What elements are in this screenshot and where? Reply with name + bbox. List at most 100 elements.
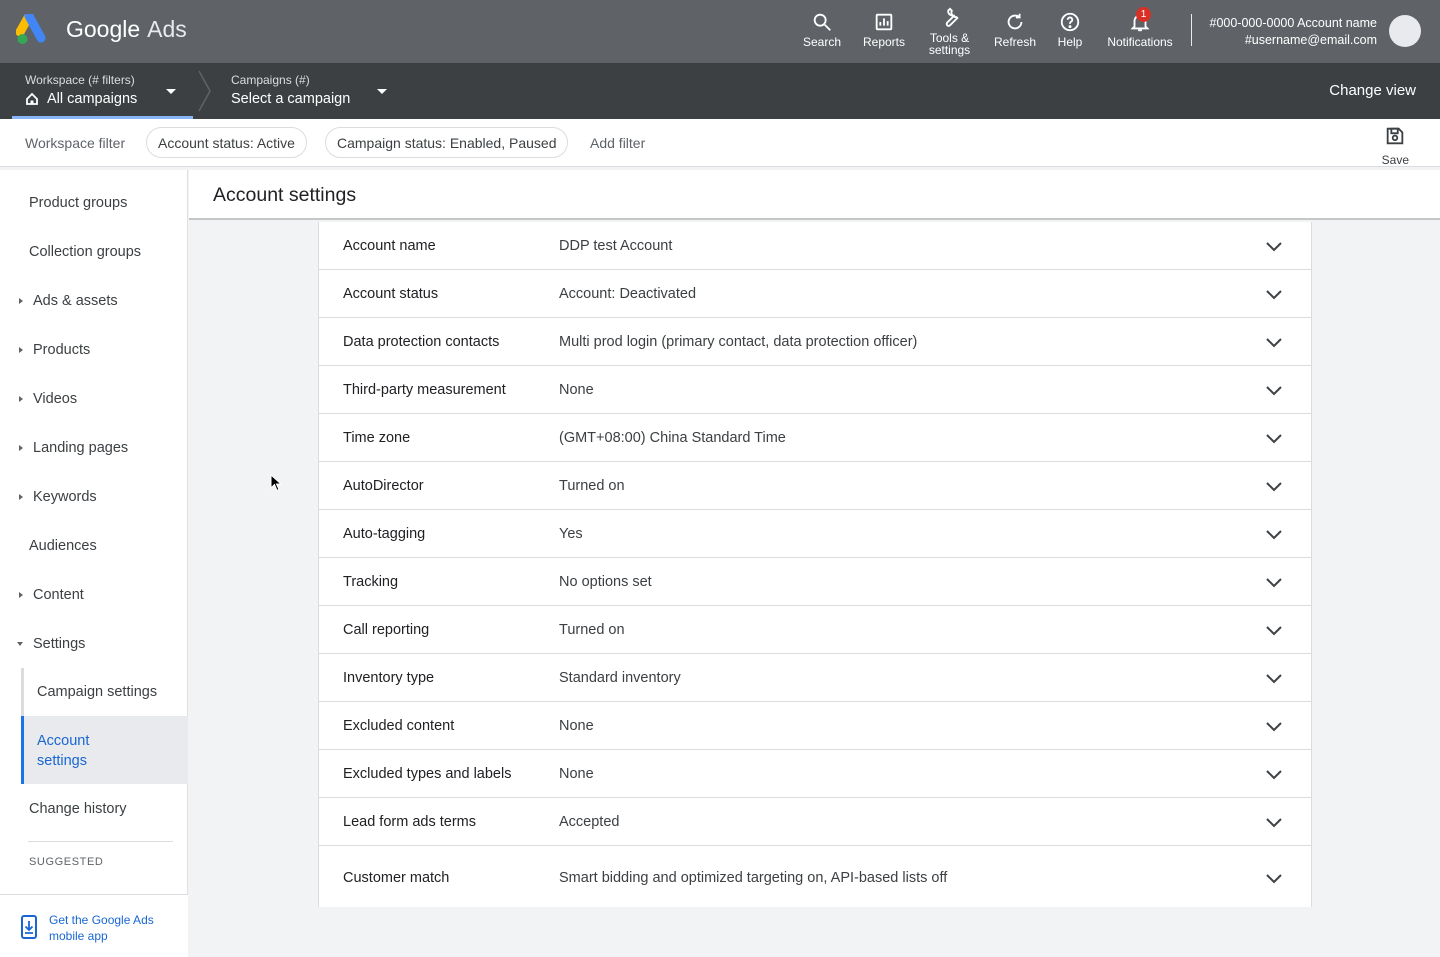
sidebar-item-label: Campaign settings: [37, 684, 158, 700]
add-filter-button[interactable]: Add filter: [590, 135, 645, 151]
setting-row-customer-match[interactable]: Customer match Smart bidding and optimize…: [319, 846, 1311, 910]
campaign-dropdown-icon[interactable]: [377, 89, 387, 94]
mobile-app-promo-link[interactable]: Get the Google Ads mobile app: [0, 894, 188, 957]
setting-label: Customer match: [343, 870, 450, 886]
setting-value: Turned on: [559, 622, 625, 638]
expand-arrow-icon: [19, 445, 23, 451]
sidebar-item-videos[interactable]: Videos: [0, 391, 188, 407]
chevron-down-icon[interactable]: [1265, 478, 1283, 496]
help-button[interactable]: Help: [1046, 0, 1094, 63]
sidebar-item-account-settings[interactable]: Account settings: [21, 716, 188, 784]
setting-row-account-status[interactable]: Account status Account: Deactivated: [319, 270, 1311, 318]
notifications-button[interactable]: 1 Notifications: [1094, 0, 1186, 63]
home-icon: [26, 92, 38, 105]
reports-icon: [875, 13, 893, 31]
setting-row-auto-tagging[interactable]: Auto-tagging Yes: [319, 510, 1311, 558]
reports-button[interactable]: Reports: [853, 0, 915, 63]
setting-value: None: [559, 766, 594, 782]
chevron-down-icon[interactable]: [1265, 382, 1283, 400]
sidebar-item-audiences[interactable]: Audiences: [0, 538, 188, 554]
chevron-down-icon[interactable]: [1265, 334, 1283, 352]
mobile-app-promo-text: Get the Google Ads mobile app: [49, 913, 154, 943]
chevron-down-icon[interactable]: [1265, 238, 1283, 256]
account-email: #username@email.com: [1244, 32, 1377, 47]
expand-arrow-icon: [19, 494, 23, 500]
chevron-down-icon[interactable]: [1265, 574, 1283, 592]
setting-row-data-protection-contacts[interactable]: Data protection contacts Multi prod login…: [319, 318, 1311, 366]
search-label: Search: [802, 35, 842, 49]
sidebar-item-campaign-settings[interactable]: Campaign settings: [24, 684, 188, 700]
setting-row-autodirector[interactable]: AutoDirector Turned on: [319, 462, 1311, 510]
setting-label: Lead form ads terms: [343, 814, 476, 830]
tools-settings-button[interactable]: Tools & settings: [915, 0, 984, 63]
brand-name[interactable]: Google Ads: [66, 16, 187, 43]
avatar[interactable]: [1389, 15, 1421, 47]
sidebar-item-change-history[interactable]: Change history: [0, 801, 188, 817]
toolbar: Search Reports Tools & settings Refresh …: [791, 0, 1186, 63]
filter-chip-account-status[interactable]: Account status: Active: [146, 127, 307, 158]
help-icon: [1060, 12, 1080, 32]
chevron-down-icon[interactable]: [1265, 430, 1283, 448]
toolbar-divider: [1191, 14, 1192, 46]
chevron-down-icon[interactable]: [1265, 870, 1283, 888]
sidebar-divider: [28, 841, 173, 842]
tools-settings-label: Tools & settings: [928, 31, 971, 57]
setting-value: Smart bidding and optimized targeting on…: [559, 870, 948, 886]
filter-bar: Workspace filter Account status: Active …: [0, 119, 1440, 167]
setting-row-excluded-content[interactable]: Excluded content None: [319, 702, 1311, 750]
setting-row-account-name[interactable]: Account name DDP test Account: [319, 222, 1311, 270]
setting-label: Account name: [343, 238, 436, 254]
sidebar-item-product-groups[interactable]: Product groups: [0, 195, 188, 211]
save-button[interactable]: Save: [1382, 125, 1409, 167]
chevron-down-icon[interactable]: [1265, 526, 1283, 544]
workspace-value: All campaigns: [47, 91, 138, 107]
setting-value: Turned on: [559, 478, 625, 494]
setting-value: None: [559, 718, 594, 734]
setting-row-excluded-types-and-labels[interactable]: Excluded types and labels None: [319, 750, 1311, 798]
setting-row-tracking[interactable]: Tracking No options set: [319, 558, 1311, 606]
sidebar-item-products[interactable]: Products: [0, 342, 188, 358]
chevron-down-icon[interactable]: [1265, 718, 1283, 736]
notifications-label: Notifications: [1107, 35, 1173, 49]
filter-chip-campaign-status[interactable]: Campaign status: Enabled, Paused: [325, 127, 569, 158]
sidebar-item-settings[interactable]: Settings: [0, 636, 188, 652]
refresh-button[interactable]: Refresh: [984, 0, 1046, 63]
sidebar-item-label: Content: [33, 587, 84, 603]
sidebar-item-landing-pages[interactable]: Landing pages: [0, 440, 188, 456]
chevron-down-icon[interactable]: [1265, 766, 1283, 784]
setting-row-lead-form-ads-terms[interactable]: Lead form ads terms Accepted: [319, 798, 1311, 846]
account-info[interactable]: #000-000-0000 Account name #username@ema…: [1210, 15, 1378, 48]
reports-label: Reports: [862, 35, 906, 49]
setting-row-inventory-type[interactable]: Inventory type Standard inventory: [319, 654, 1311, 702]
brand-secondary: Ads: [147, 16, 187, 42]
page-title: Account settings: [213, 184, 357, 206]
sidebar-item-ads-assets[interactable]: Ads & assets: [0, 293, 188, 309]
search-button[interactable]: Search: [791, 0, 853, 63]
notification-badge: 1: [1136, 7, 1151, 22]
setting-row-time-zone[interactable]: Time zone (GMT+08:00) China Standard Time: [319, 414, 1311, 462]
setting-label: Inventory type: [343, 670, 435, 686]
chevron-down-icon[interactable]: [1265, 670, 1283, 688]
setting-label: Excluded types and labels: [343, 766, 512, 782]
campaigns-label: Campaigns (#): [231, 73, 310, 87]
change-view-button[interactable]: Change view: [1329, 82, 1416, 99]
setting-row-third-party-measurement[interactable]: Third-party measurement None: [319, 366, 1311, 414]
sidebar-nav: Product groups Collection groups Ads & a…: [0, 170, 188, 957]
chevron-down-icon[interactable]: [1265, 622, 1283, 640]
breadcrumb: Workspace (# filters) All campaigns Camp…: [0, 63, 1440, 119]
workspace-selector[interactable]: Workspace (# filters) All campaigns: [25, 73, 185, 107]
setting-value: Accepted: [559, 814, 620, 830]
sidebar-item-keywords[interactable]: Keywords: [0, 489, 188, 505]
chevron-down-icon[interactable]: [1265, 286, 1283, 304]
google-ads-logo[interactable]: [16, 14, 52, 46]
campaign-selector[interactable]: Campaigns (#) Select a campaign: [231, 73, 376, 107]
search-icon: [813, 13, 831, 31]
setting-value: No options set: [559, 574, 652, 590]
chevron-down-icon[interactable]: [1265, 814, 1283, 832]
setting-row-call-reporting[interactable]: Call reporting Turned on: [319, 606, 1311, 654]
workspace-dropdown-icon[interactable]: [166, 89, 176, 94]
expand-arrow-icon: [19, 592, 23, 598]
sidebar-item-content[interactable]: Content: [0, 587, 188, 603]
sidebar-item-collection-groups[interactable]: Collection groups: [0, 244, 188, 260]
top-app-bar: Google Ads Search Reports Tools & settin…: [0, 0, 1440, 63]
